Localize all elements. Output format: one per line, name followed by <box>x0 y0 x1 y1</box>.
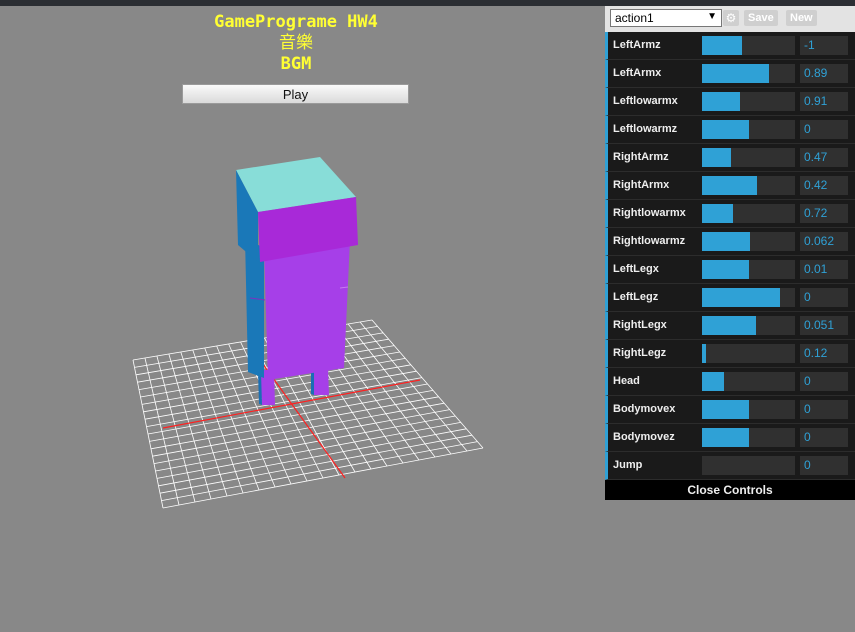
preset-select[interactable]: action1 ▼ <box>610 9 722 27</box>
slider-fill <box>702 260 750 279</box>
controller-label: RightLegx <box>613 319 667 331</box>
slider-fill <box>702 92 741 111</box>
controller-row: LeftLegz 0 <box>605 284 855 312</box>
controller-row: RightLegz 0.12 <box>605 340 855 368</box>
controller-slider[interactable] <box>702 400 795 419</box>
controller-row: RightLegx 0.051 <box>605 312 855 340</box>
controller-slider[interactable] <box>702 288 795 307</box>
controller-value-input[interactable]: 0.89 <box>800 64 848 83</box>
slider-fill <box>702 344 706 363</box>
controller-row: LeftArmz -1 <box>605 32 855 60</box>
controller-row: Rightlowarmx 0.72 <box>605 200 855 228</box>
controller-slider[interactable] <box>702 204 795 223</box>
controller-label: Leftlowarmz <box>613 123 678 135</box>
controller-slider[interactable] <box>702 344 795 363</box>
controller-label: Leftlowarmx <box>613 95 678 107</box>
controller-row: LeftArmx 0.89 <box>605 60 855 88</box>
controller-slider[interactable] <box>702 120 795 139</box>
slider-fill <box>702 176 757 195</box>
controller-value-input[interactable]: 0 <box>800 372 848 391</box>
controller-value-input[interactable]: -1 <box>800 36 848 55</box>
controller-label: LeftArmx <box>613 67 662 79</box>
controller-value-input[interactable]: 0.051 <box>800 316 848 335</box>
slider-fill <box>702 288 781 307</box>
controller-value-input[interactable]: 0.42 <box>800 176 848 195</box>
controller-list: LeftArmz -1 LeftArmx 0.89 Leftlowarmx 0.91 Lef… <box>605 32 855 480</box>
controller-slider[interactable] <box>702 260 795 279</box>
controller-slider[interactable] <box>702 64 795 83</box>
controller-value-input[interactable]: 0.062 <box>800 232 848 251</box>
controller-value-input[interactable]: 0.12 <box>800 344 848 363</box>
controller-slider[interactable] <box>702 428 795 447</box>
controller-row: Leftlowarmx 0.91 <box>605 88 855 116</box>
controller-value-input[interactable]: 0 <box>800 456 848 475</box>
controller-label: Jump <box>613 459 643 471</box>
controller-value-input[interactable]: 0.72 <box>800 204 848 223</box>
new-button[interactable]: New <box>786 10 817 26</box>
controller-row: Jump 0 <box>605 452 855 480</box>
slider-fill <box>702 204 733 223</box>
controller-slider[interactable] <box>702 372 795 391</box>
slider-fill <box>702 148 731 167</box>
slider-fill <box>702 36 742 55</box>
slider-fill <box>702 232 751 251</box>
gear-icon[interactable]: ⚙ <box>723 10 739 26</box>
controller-slider[interactable] <box>702 92 795 111</box>
save-button[interactable]: Save <box>744 10 778 26</box>
controller-label: RightLegz <box>613 347 667 359</box>
slider-fill <box>702 400 749 419</box>
controller-label: LeftArmz <box>613 39 661 51</box>
preset-select-value: action1 <box>615 11 654 25</box>
controller-value-input[interactable]: 0 <box>800 400 848 419</box>
controller-row: Rightlowarmz 0.062 <box>605 228 855 256</box>
controls-header: action1 ▼ ⚙ Save New <box>605 6 855 32</box>
controller-row: Bodymovex 0 <box>605 396 855 424</box>
controller-slider[interactable] <box>702 456 795 475</box>
controller-row: Head 0 <box>605 368 855 396</box>
controller-label: Rightlowarmz <box>613 235 686 247</box>
controller-label: RightArmz <box>613 151 669 163</box>
controls-panel: action1 ▼ ⚙ Save New LeftArmz -1 LeftArmx 0… <box>605 6 855 500</box>
controller-label: Bodymovez <box>613 431 675 443</box>
play-button[interactable]: Play <box>182 84 409 104</box>
controller-value-input[interactable]: 0 <box>800 288 848 307</box>
controller-label: LeftLegz <box>613 291 659 303</box>
controller-label: Bodymovex <box>613 403 676 415</box>
bgm-label: BGM <box>280 54 312 74</box>
controller-row: RightArmx 0.42 <box>605 172 855 200</box>
controller-row: Bodymovez 0 <box>605 424 855 452</box>
music-label: 音樂 <box>279 33 313 53</box>
controller-value-input[interactable]: 0.01 <box>800 260 848 279</box>
chevron-down-icon: ▼ <box>707 11 717 22</box>
controller-row: RightArmz 0.47 <box>605 144 855 172</box>
controller-value-input[interactable]: 0 <box>800 428 848 447</box>
controller-row: LeftLegx 0.01 <box>605 256 855 284</box>
controller-label: RightArmx <box>613 179 670 191</box>
close-controls-button[interactable]: Close Controls <box>605 480 855 500</box>
controller-label: LeftLegx <box>613 263 659 275</box>
title-block: GamePrograme HW4 音樂 BGM <box>160 12 432 75</box>
slider-fill <box>702 372 725 391</box>
page-title: GamePrograme HW4 <box>214 12 378 32</box>
controller-slider[interactable] <box>702 148 795 167</box>
controller-slider[interactable] <box>702 36 795 55</box>
controller-slider[interactable] <box>702 232 795 251</box>
controller-slider[interactable] <box>702 316 795 335</box>
controller-label: Rightlowarmx <box>613 207 686 219</box>
controller-row: Leftlowarmz 0 <box>605 116 855 144</box>
slider-fill <box>702 428 749 447</box>
controller-label: Head <box>613 375 640 387</box>
character-model <box>236 157 358 405</box>
slider-fill <box>702 120 749 139</box>
slider-fill <box>702 64 769 83</box>
controller-value-input[interactable]: 0.47 <box>800 148 848 167</box>
controller-value-input[interactable]: 0 <box>800 120 848 139</box>
controller-value-input[interactable]: 0.91 <box>800 92 848 111</box>
controller-slider[interactable] <box>702 176 795 195</box>
slider-fill <box>702 316 756 335</box>
